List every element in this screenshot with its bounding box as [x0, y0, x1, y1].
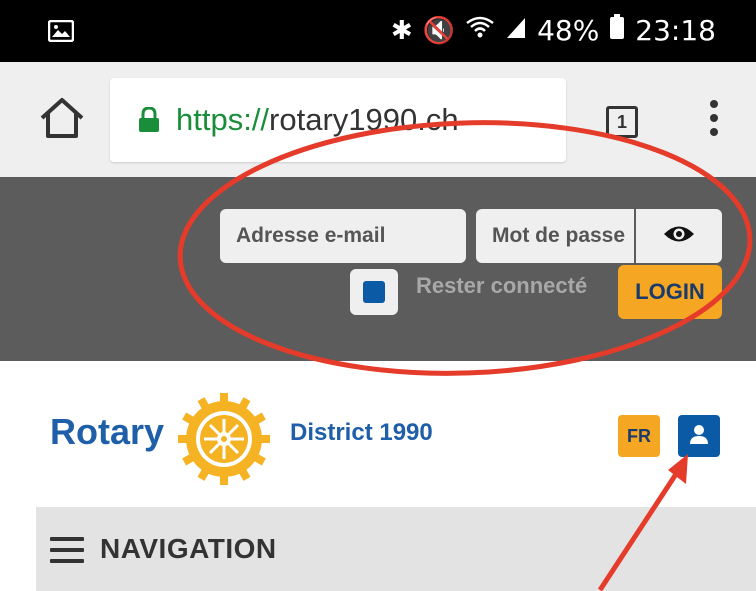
hamburger-menu-icon[interactable] — [50, 537, 84, 563]
clock: 23:18 — [635, 14, 716, 47]
url-host: rotary1990.ch — [269, 102, 459, 137]
email-field[interactable]: Adresse e-mail — [220, 209, 466, 263]
more-vert-icon[interactable] — [706, 100, 722, 146]
battery-percent: 48% — [537, 14, 600, 47]
eye-icon — [662, 223, 696, 250]
district-label: District 1990 — [290, 419, 433, 446]
lock-icon — [138, 106, 160, 133]
mute-icon: 🔇 — [422, 15, 456, 46]
site-header: Rotary District 1990 FR — [0, 361, 756, 507]
navigation-bar[interactable]: NAVIGATION — [36, 507, 756, 591]
rotary-wheel-icon[interactable] — [176, 391, 272, 487]
home-icon[interactable] — [36, 92, 88, 144]
signal-icon — [505, 14, 527, 47]
status-bar: ✱ 🔇 48% 23:18 — [0, 0, 756, 62]
image-icon — [47, 19, 75, 47]
url-scheme: https:// — [176, 102, 270, 137]
password-field[interactable]: Mot de passe — [476, 209, 634, 263]
battery-icon — [609, 14, 625, 47]
address-bar[interactable]: https://rotary1990.ch — [110, 78, 566, 162]
browser-toolbar: https://rotary1990.ch 1 — [0, 62, 756, 177]
navigation-label: NAVIGATION — [100, 533, 277, 564]
user-icon — [688, 423, 710, 450]
login-bar: Adresse e-mail Mot de passe Rester conne… — [0, 177, 756, 361]
remember-me-label: Rester connecté — [416, 273, 588, 298]
url-text: https://rotary1990.ch — [176, 102, 459, 138]
remember-me-checkbox[interactable] — [350, 269, 398, 315]
show-password-button[interactable] — [636, 209, 722, 263]
rotary-logo-text[interactable]: Rotary — [50, 411, 164, 453]
login-button[interactable]: LOGIN — [618, 265, 722, 319]
bluetooth-icon: ✱ — [390, 15, 413, 46]
wifi-icon — [465, 15, 495, 46]
language-button[interactable]: FR — [618, 415, 660, 457]
tab-switcher-button[interactable]: 1 — [606, 106, 638, 138]
user-account-button[interactable] — [678, 415, 720, 457]
